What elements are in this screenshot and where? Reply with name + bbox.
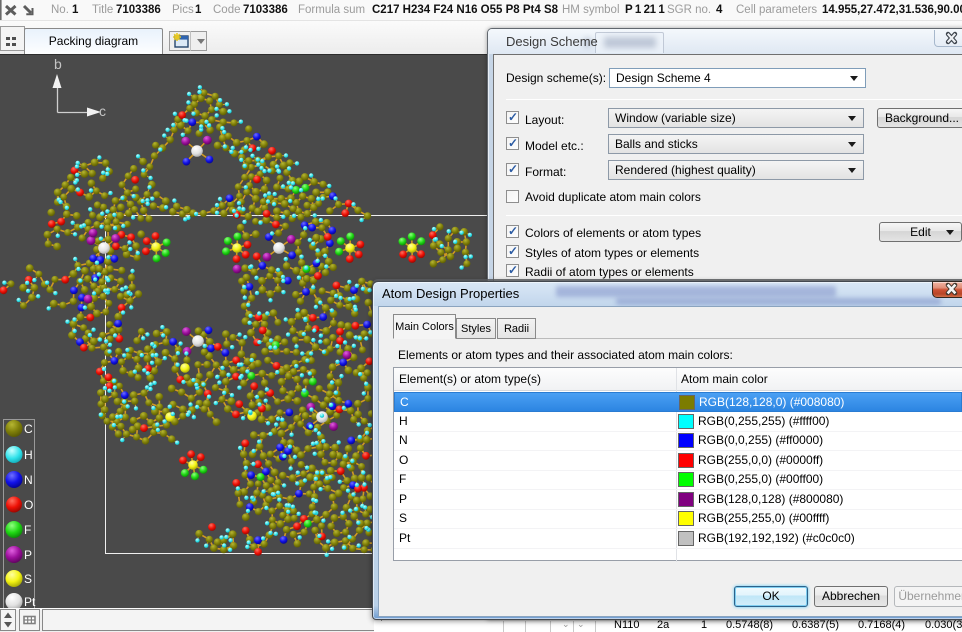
svg-text:N: N: [24, 473, 33, 487]
svg-text:Pt: Pt: [24, 595, 36, 608]
svg-text:S: S: [24, 572, 32, 586]
svg-text:O: O: [24, 498, 33, 512]
svg-text:H: H: [24, 448, 33, 462]
svg-text:b: b: [54, 56, 62, 72]
svg-text:c: c: [99, 103, 106, 119]
svg-text:F: F: [24, 523, 31, 537]
svg-text:P: P: [24, 548, 32, 562]
svg-text:C: C: [24, 422, 33, 436]
